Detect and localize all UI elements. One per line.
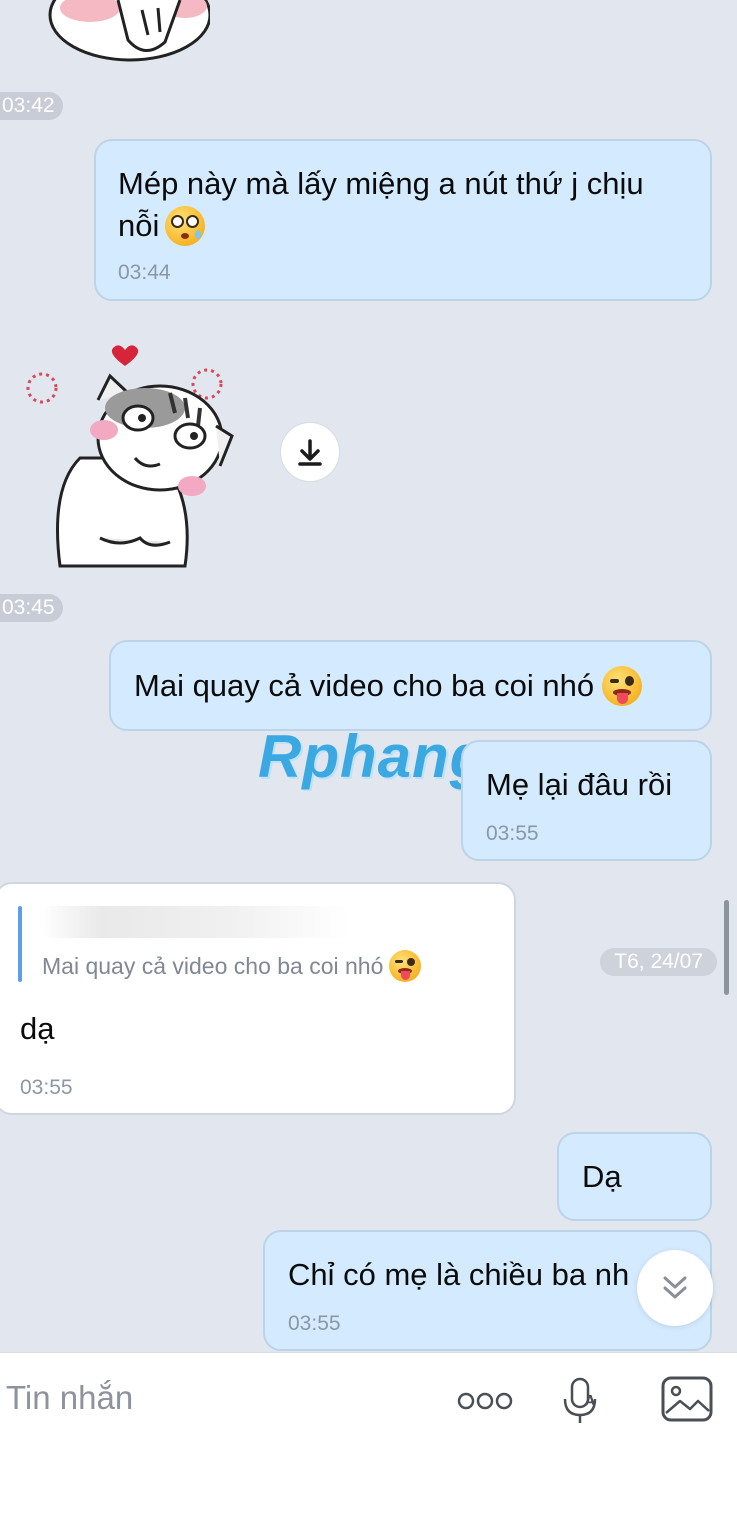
message-text: nỗi [118, 208, 160, 243]
message-text: Mẹ lại đâu rồi [486, 767, 673, 802]
date-pill: T6, 24/07 [600, 948, 717, 976]
message-input-bar: Tin nhắn A [0, 1352, 737, 1514]
scrollbar[interactable] [724, 900, 729, 995]
voice-to-text-button[interactable]: A [560, 1375, 604, 1427]
outgoing-message-bubble[interactable]: Mép này mà lấy miệng a nút thứ j chịu nỗ… [94, 139, 712, 301]
message-timestamp: 03:55 [486, 822, 539, 845]
quoted-text: Mai quay cả video cho ba coi nhó [42, 952, 384, 979]
message-text: Chỉ có mẹ là chiều ba nh [288, 1257, 630, 1292]
image-icon [661, 1376, 713, 1422]
winking-tongue-emoji [389, 950, 422, 982]
download-button[interactable] [280, 422, 340, 482]
outgoing-message-bubble[interactable]: Mẹ lại đâu rồi 03:55 [461, 740, 712, 861]
download-icon [298, 439, 322, 466]
pleading-face-emoji [165, 206, 206, 246]
scroll-to-bottom-button[interactable] [637, 1250, 713, 1326]
svg-text:A: A [585, 1394, 595, 1409]
incoming-reply-bubble[interactable]: Mai quay cả video cho ba coi nhó dạ 03:5… [0, 882, 516, 1115]
more-button[interactable] [456, 1383, 516, 1419]
time-pill: 03:42 [0, 92, 63, 120]
winking-tongue-emoji [602, 666, 643, 706]
watermark: Rphang [258, 723, 488, 790]
more-icon [457, 1392, 513, 1410]
redacted-sender [40, 906, 350, 938]
microphone-icon: A [563, 1377, 597, 1423]
quote-bar [18, 906, 22, 982]
sticker-top-partial[interactable] [30, 0, 212, 70]
chevron-double-down-icon [663, 1276, 687, 1299]
outgoing-message-bubble[interactable]: Dạ [557, 1132, 712, 1221]
time-pill: 03:45 [0, 594, 63, 622]
message-text: Mép này mà lấy miệng a nút thứ j chịu [118, 166, 644, 201]
outgoing-message-bubble[interactable]: Mai quay cả video cho ba coi nhó [109, 640, 712, 731]
message-text: dạ [20, 1011, 55, 1046]
message-input[interactable]: Tin nhắn [6, 1379, 133, 1417]
message-timestamp: 03:44 [118, 261, 171, 284]
message-text: Dạ [582, 1159, 622, 1194]
message-timestamp: 03:55 [20, 1076, 73, 1099]
message-timestamp: 03:55 [288, 1312, 341, 1335]
image-button[interactable] [660, 1375, 714, 1423]
message-text: Mai quay cả video cho ba coi nhó [134, 668, 595, 703]
cat-sticker[interactable] [20, 338, 240, 568]
